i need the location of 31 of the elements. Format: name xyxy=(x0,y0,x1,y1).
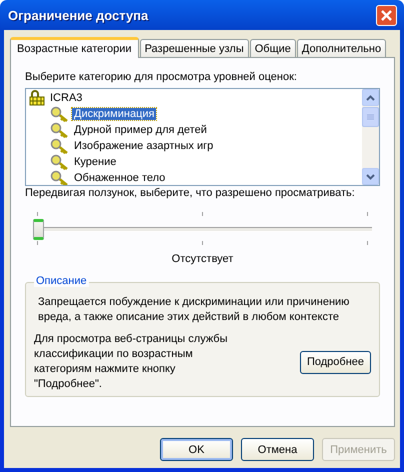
grip-icon xyxy=(367,114,374,120)
group-title: Описание xyxy=(34,275,89,287)
close-icon xyxy=(380,8,393,22)
tree-item[interactable]: ICRA3 xyxy=(48,92,84,104)
tree-item[interactable]: Дискриминация xyxy=(72,108,156,120)
key-icon xyxy=(50,122,70,138)
tree-item[interactable]: Изображение азартных игр xyxy=(72,140,216,152)
slider-prompt: Передвигая ползунок, выберите, что разрешено просматривать: xyxy=(25,186,356,200)
tree-item[interactable]: Курение xyxy=(72,156,118,168)
category-prompt: Выберите категорию для просмотра уровней оценок: xyxy=(25,70,298,84)
scrollbar[interactable] xyxy=(362,89,379,185)
tab[interactable]: Возрастные категории xyxy=(10,37,139,58)
dialog-button[interactable]: OK xyxy=(160,438,233,461)
padlock-icon xyxy=(28,90,46,106)
key-icon xyxy=(50,170,70,185)
close-button[interactable] xyxy=(376,4,397,26)
key-icon xyxy=(50,154,70,170)
tab[interactable]: Дополнительно xyxy=(296,39,386,57)
slider-thumb[interactable] xyxy=(33,219,44,240)
tab[interactable]: Разрешенные узлы xyxy=(140,39,249,57)
slider-reading: Отсутствует xyxy=(172,253,234,265)
key-icon xyxy=(50,138,70,154)
key-icon xyxy=(50,106,70,122)
description-text: Запрещается побуждение к дискриминации или причинению вреда, а также описание этих действий в любом контексте xyxy=(37,295,350,325)
window-title: Ограничение доступа xyxy=(8,8,148,22)
more-button[interactable]: Подробнее xyxy=(300,350,371,374)
dialog-button[interactable]: Отмена xyxy=(241,438,314,461)
tree-item[interactable]: Обнаженное тело xyxy=(72,172,168,184)
tab[interactable]: Общие xyxy=(250,39,296,57)
tree-item[interactable]: Дурной пример для детей xyxy=(72,124,209,136)
info-text: Для просмотра веб-страницы службы классификации по возрастным категориям нажмите кнопку "Подробнее". xyxy=(34,332,229,392)
